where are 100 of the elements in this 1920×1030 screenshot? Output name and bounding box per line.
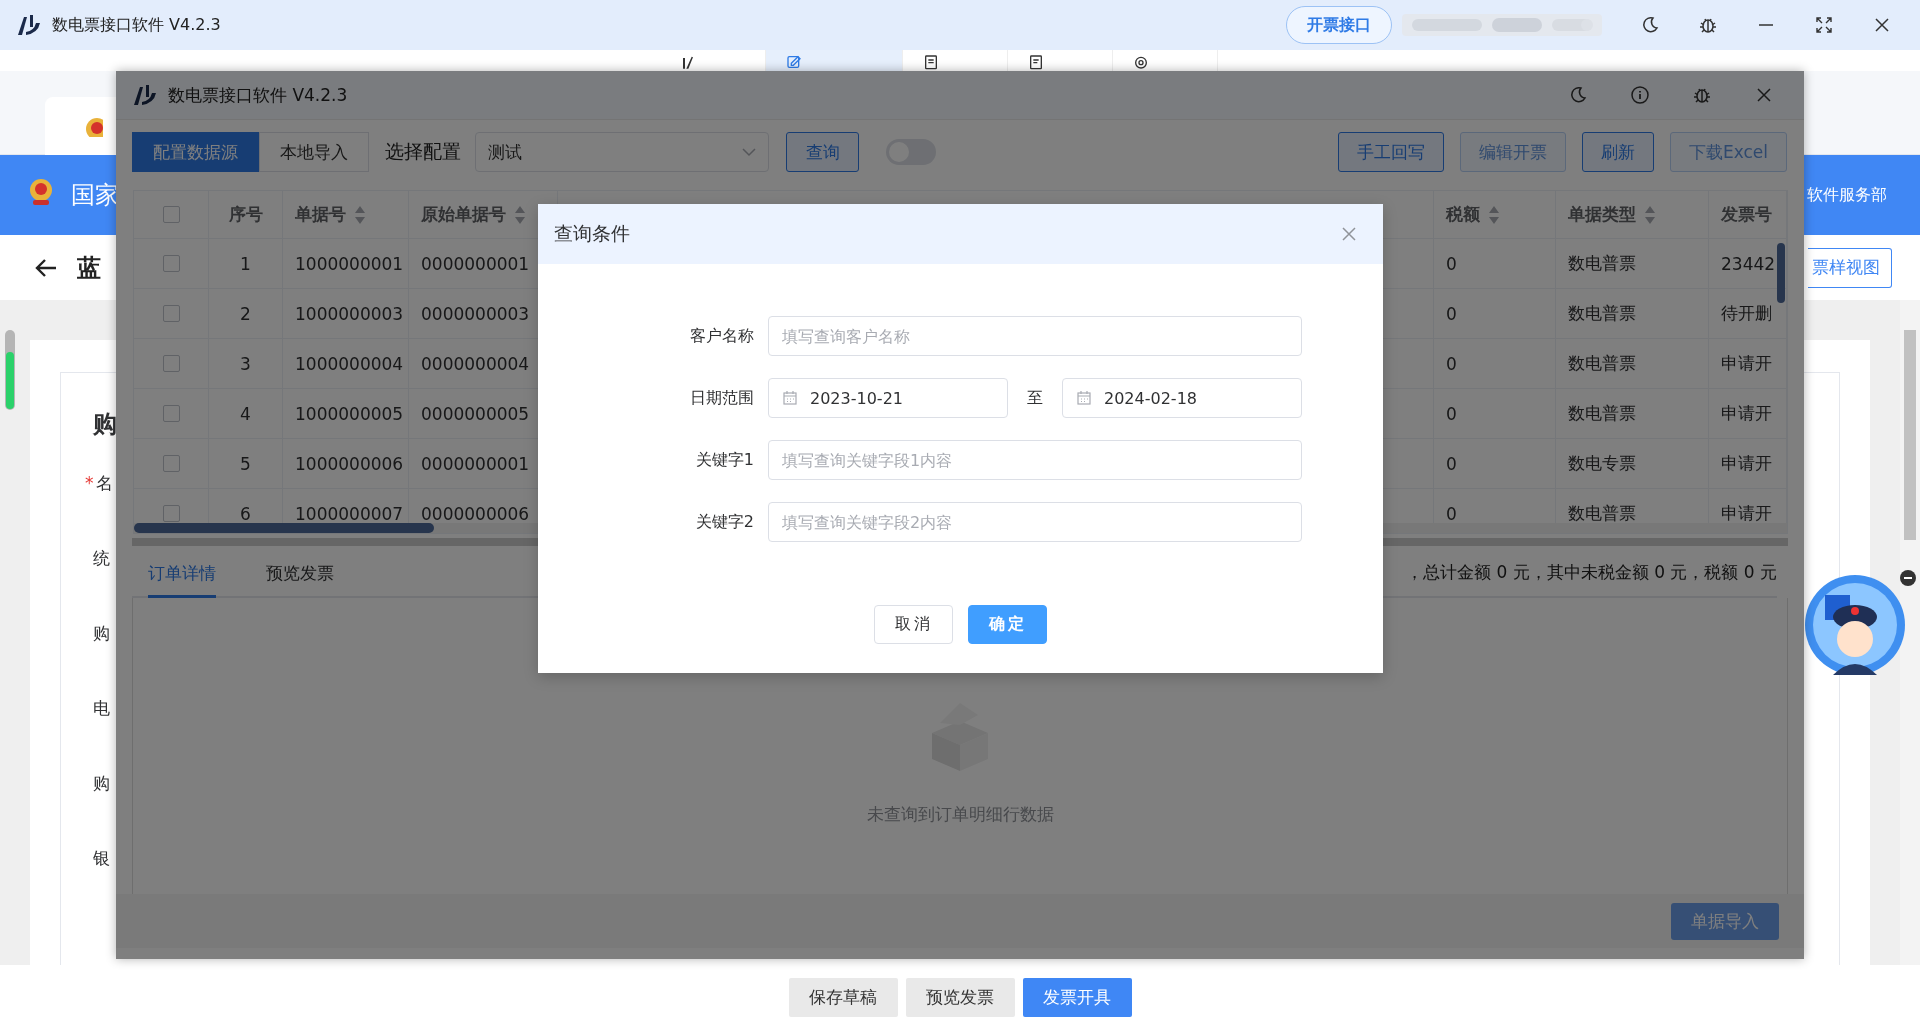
edit-icon [786,54,802,70]
field-label: 关键字1 [694,449,755,471]
checkbox[interactable] [162,206,180,223]
table-cell: 4 [240,403,251,424]
source-tab[interactable]: 配置数据源 [132,132,259,172]
app-title: 数电票接口软件 V4.2.3 [52,14,221,36]
field-label: 购 [93,623,110,643]
table-cell: 数电普票 [1568,502,1636,523]
table-cell: 0 [1446,403,1457,424]
field-label: 关键字2 [694,511,755,533]
table-cell: 待开删 [1721,302,1772,325]
table-cell: 0 [1446,303,1457,324]
theme-icon[interactable] [1568,85,1588,105]
table-cell: 23442 [1721,253,1776,274]
table-cell: 0000000003 [421,303,530,324]
column-header: 发票号 [1721,203,1772,226]
checkbox[interactable] [162,355,180,372]
service-name: 软件服务部 [1807,184,1887,206]
footer-button[interactable]: 保存草稿 [788,978,898,1017]
column-header: 原始单据号 [421,203,506,226]
sort-icon[interactable] [1644,204,1656,225]
document-icon [923,54,939,70]
input-field[interactable]: 填写查询关键字段1内容 [768,440,1302,480]
maximize-icon[interactable] [1814,15,1834,35]
window-title: 数电票接口软件 V4.2.3 [168,83,348,107]
table-cell: 0 [1446,503,1457,523]
checkbox[interactable] [162,455,180,472]
field-label: 购 [93,773,110,793]
column-header: 序号 [228,203,263,226]
document-icon [1028,54,1044,70]
checkbox[interactable] [162,305,180,322]
checkbox[interactable] [162,505,180,522]
action-button[interactable]: 手工回写 [1337,132,1444,172]
table-cell: 数电普票 [1568,302,1636,325]
table-cell: 5 [240,453,251,474]
footer-button[interactable]: 预览发票 [905,978,1015,1017]
date-field[interactable]: 2024-02-18 [1062,378,1302,418]
footer-button[interactable]: 发票开具 [1022,978,1132,1017]
sort-icon[interactable] [514,204,526,225]
field-label: 统 [93,548,110,568]
collapse-icon[interactable] [1899,569,1917,587]
sort-icon[interactable] [354,204,366,225]
table-cell: 1000000003 [295,303,404,324]
checkbox[interactable] [162,405,180,422]
table-cell: 0000000005 [421,403,530,424]
table-cell: 0 [1446,253,1457,274]
info-icon[interactable] [1630,85,1650,105]
dialog-button[interactable]: 取消 [874,605,953,644]
settings-icon [1133,54,1149,70]
query-button[interactable]: 查询 [786,132,859,172]
table-cell: 数电普票 [1568,352,1636,375]
table-cell: 数电普票 [1568,252,1636,275]
table-cell: 0000000006 [421,503,530,523]
field-label: 客户名称 [689,325,755,347]
table-cell: 申请开 [1721,502,1772,523]
theme-icon[interactable] [1640,15,1660,35]
field-label: 日期范围 [689,387,755,409]
input-field[interactable]: 填写查询客户名称 [768,316,1302,356]
sort-icon[interactable] [1488,204,1500,225]
scrollbar[interactable] [1777,243,1785,303]
calendar-icon [1076,390,1092,406]
table-cell: 0 [1446,353,1457,374]
scrollbar[interactable] [1900,300,1920,965]
section-title: 购 [93,410,117,438]
calendar-icon [782,390,798,406]
table-cell: 申请开 [1721,402,1772,425]
table-cell: 1000000007 [295,503,404,523]
sample-view-button[interactable]: 票样视图 [1808,247,1892,288]
column-header: 单据类型 [1568,203,1636,226]
chevron-down-icon [742,147,756,157]
checkbox[interactable] [162,255,180,272]
table-cell: 1000000006 [295,453,404,474]
table-cell: 1 [240,253,251,274]
detail-tab[interactable]: 预览发票 [266,562,334,598]
table-cell: 6 [240,503,251,523]
detail-tab[interactable]: 订单详情 [148,562,216,598]
summary-text: ，总计金额 0 元，其中未税金额 0 元，税额 0 元 [1406,561,1777,584]
input-field[interactable]: 填写查询关键字段2内容 [768,502,1302,542]
action-button[interactable]: 刷新 [1581,132,1654,172]
table-cell: 0000000001 [421,253,530,274]
column-header: 税额 [1446,203,1480,226]
table-cell: 0000000001 [421,453,530,474]
config-select[interactable]: 测试 [475,132,769,172]
dialog-button[interactable]: 确定 [968,605,1047,644]
back-arrow-icon[interactable] [35,257,57,278]
mode-button[interactable]: 开票接口 [1286,6,1392,44]
source-tab[interactable]: 本地导入 [259,132,369,172]
table-cell: 数电普票 [1568,402,1636,425]
table-cell: 0 [1446,453,1457,474]
nav-tab[interactable] [766,50,903,71]
browser-tab[interactable] [45,97,116,155]
field-label: 电 [93,698,110,718]
page-title: 蓝 [77,252,101,284]
date-field[interactable]: 2023-10-21 [768,378,1008,418]
table-cell: 申请开 [1721,352,1772,375]
column-header: 单据号 [295,203,346,226]
site-name: 国家 [71,180,119,211]
required-mark: * [85,473,94,493]
field-label: 名 [95,473,113,493]
gauge-icon [5,330,15,410]
